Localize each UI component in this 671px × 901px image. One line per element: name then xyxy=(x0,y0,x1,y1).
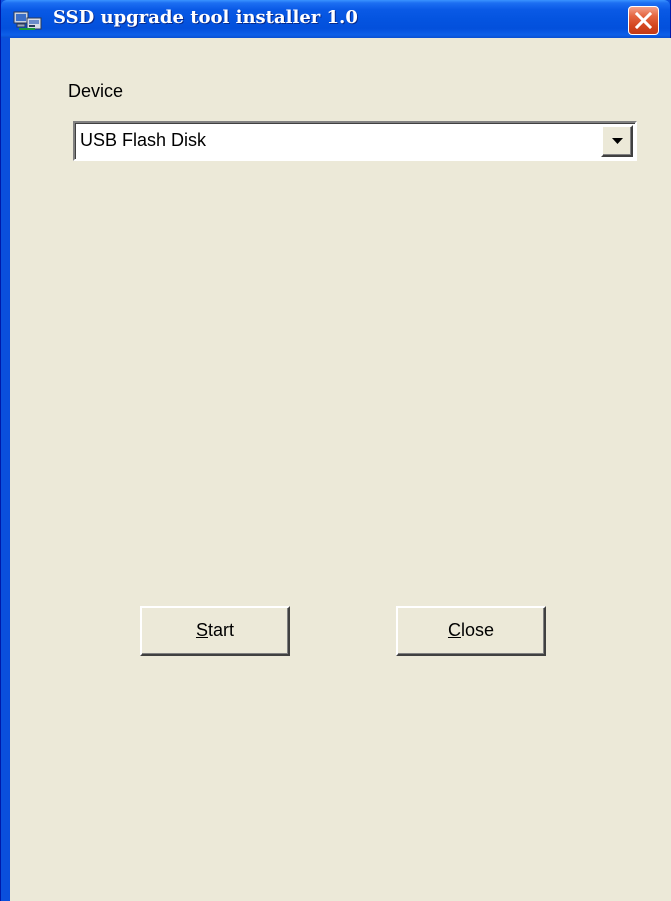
window-title: SSD upgrade tool installer 1.0 xyxy=(53,7,358,28)
device-select[interactable]: USB Flash Disk xyxy=(73,121,637,161)
close-button-mnemonic: C xyxy=(447,620,461,640)
title-bar[interactable]: SSD upgrade tool installer 1.0 xyxy=(1,0,670,38)
window-content: Device USB Flash Disk Start Close xyxy=(10,38,671,901)
start-button-label: tart xyxy=(208,620,235,640)
close-button-label: lose xyxy=(460,620,495,640)
start-button[interactable]: Start xyxy=(140,606,290,656)
dropdown-arrow-icon xyxy=(612,138,623,144)
installer-computer-icon xyxy=(13,9,43,31)
close-window-button[interactable] xyxy=(628,6,659,35)
device-select-arrow-button[interactable] xyxy=(601,125,633,157)
device-label: Device xyxy=(68,81,124,101)
start-button-mnemonic: S xyxy=(195,620,208,640)
installer-window: SSD upgrade tool installer 1.0 Device US… xyxy=(0,0,671,901)
device-select-value: USB Flash Disk xyxy=(80,130,207,150)
close-button[interactable]: Close xyxy=(396,606,546,656)
close-icon xyxy=(635,12,652,29)
